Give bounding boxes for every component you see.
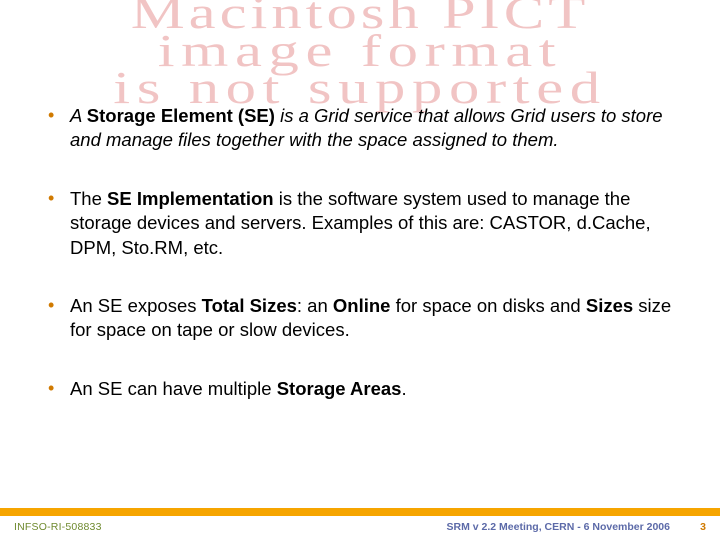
list-item: An SE exposes Total Sizes: an Online for… bbox=[44, 294, 676, 343]
bullet-bold: Total Sizes bbox=[202, 295, 297, 316]
slide: Macintosh PICT image format is not suppo… bbox=[0, 0, 720, 540]
footer-divider bbox=[0, 508, 720, 516]
watermark-line1: Macintosh PICT bbox=[131, 0, 590, 38]
list-item: The SE Implementation is the software sy… bbox=[44, 187, 676, 260]
bullet-text: An SE exposes bbox=[70, 295, 202, 316]
footer-meeting-info: SRM v 2.2 Meeting, CERN - 6 November 200… bbox=[102, 521, 692, 533]
bullet-bold: SE Implementation bbox=[107, 188, 274, 209]
list-item: A Storage Element (SE) is a Grid service… bbox=[44, 104, 676, 153]
footer-project-id: INFSO-RI-508833 bbox=[14, 521, 102, 533]
bullet-bold: Storage Element (SE) bbox=[87, 105, 275, 126]
watermark-unsupported-pict: Macintosh PICT image format is not suppo… bbox=[0, 0, 720, 107]
bullet-text: for space on disks and bbox=[390, 295, 585, 316]
bullet-bold: Sizes bbox=[586, 295, 633, 316]
bullet-text: . bbox=[401, 378, 406, 399]
slide-footer: INFSO-RI-508833 SRM v 2.2 Meeting, CERN … bbox=[0, 518, 720, 536]
watermark-line2: image format bbox=[0, 32, 720, 70]
footer-page-number: 3 bbox=[692, 521, 706, 533]
list-item: An SE can have multiple Storage Areas. bbox=[44, 377, 676, 401]
bullet-bold: Online bbox=[333, 295, 391, 316]
bullet-bold: Storage Areas bbox=[277, 378, 402, 399]
watermark-line3: is not supported bbox=[0, 69, 720, 107]
bullet-text: An SE can have multiple bbox=[70, 378, 277, 399]
bullet-list: A Storage Element (SE) is a Grid service… bbox=[44, 104, 676, 401]
bullet-text: The bbox=[70, 188, 107, 209]
bullet-text: : an bbox=[297, 295, 333, 316]
slide-body: A Storage Element (SE) is a Grid service… bbox=[44, 104, 676, 435]
bullet-text: A bbox=[70, 105, 87, 126]
